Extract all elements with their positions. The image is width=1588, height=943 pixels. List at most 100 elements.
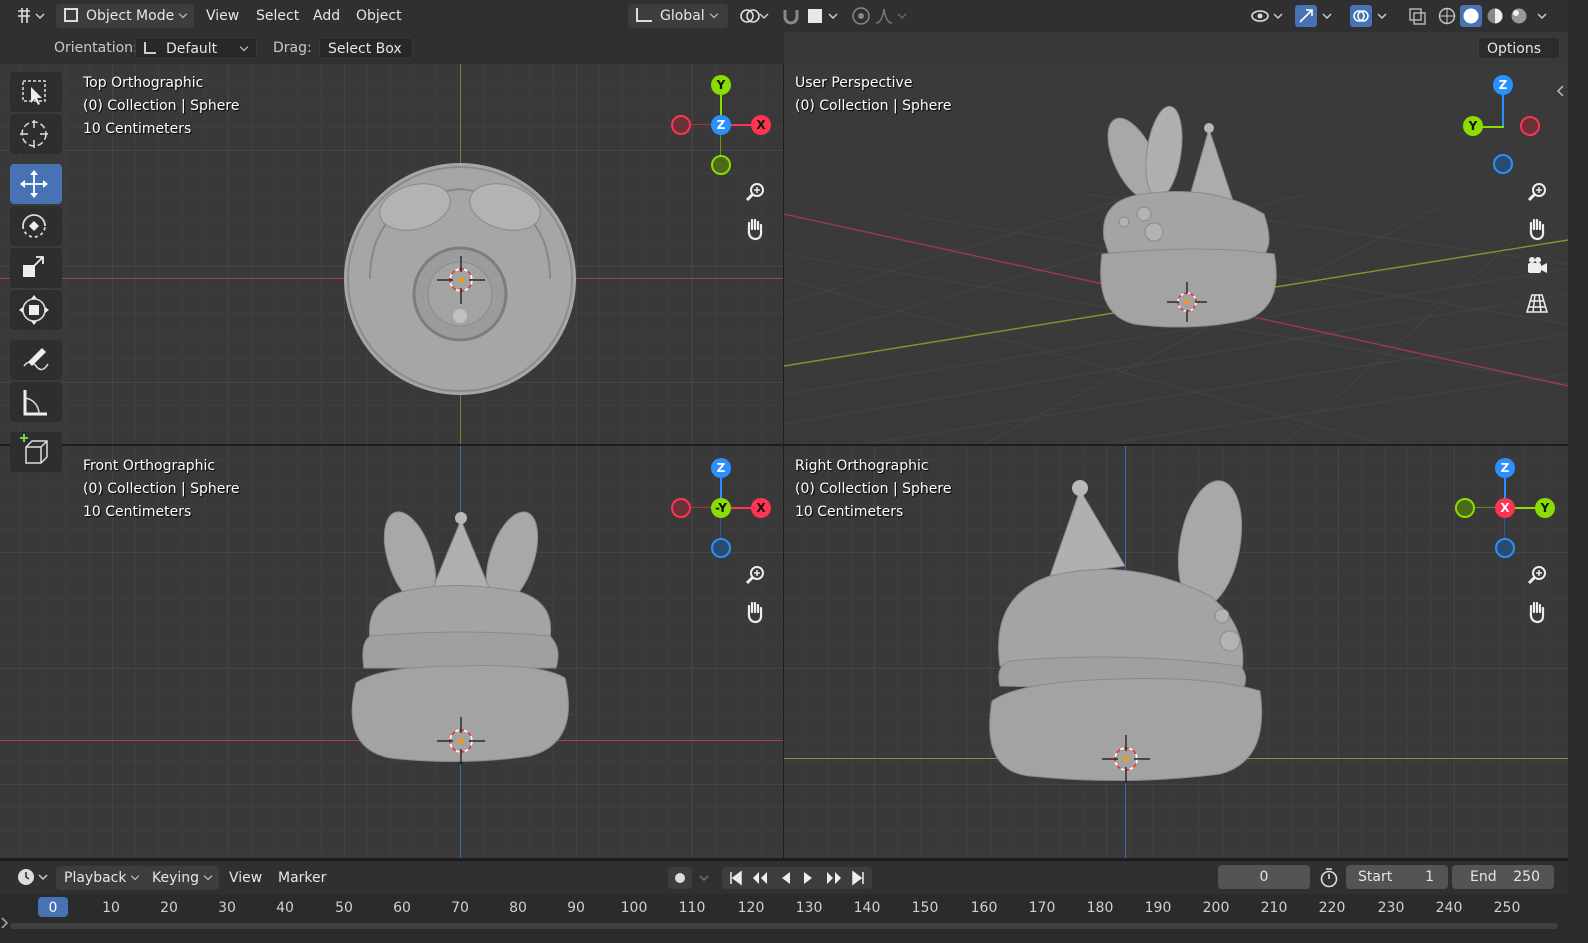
shading-options-button[interactable]: [1534, 5, 1556, 27]
snap-magnet-icon[interactable]: [780, 5, 802, 27]
gizmo-y-axis[interactable]: Y: [711, 75, 731, 95]
menu-view[interactable]: View: [198, 4, 247, 28]
snap-target-icon[interactable]: [805, 5, 841, 27]
timeline-scrollbar[interactable]: [10, 923, 1558, 929]
viewport-title: User Perspective: [795, 75, 913, 91]
viewport-header: Object Mode View Select Add Object Globa…: [0, 0, 1568, 32]
shading-material-button[interactable]: [1484, 5, 1506, 27]
zoom-button[interactable]: [1522, 560, 1552, 590]
gizmo-neg-z-axis[interactable]: [1493, 154, 1513, 174]
transform-orientation-dropdown[interactable]: Global: [628, 4, 728, 28]
pan-button[interactable]: [1522, 597, 1552, 627]
frame-tick: 210: [1260, 900, 1288, 916]
current-frame-field[interactable]: 0: [1218, 865, 1310, 889]
viewport-right-orthographic[interactable]: Right Orthographic (0) Collection | Sphe…: [784, 446, 1568, 858]
viewport-user-perspective[interactable]: User Perspective (0) Collection | Sphere…: [784, 64, 1568, 444]
sidebar-toggle-icon[interactable]: [1556, 84, 1566, 98]
jump-to-start-button[interactable]: [722, 867, 746, 889]
jump-to-keyframe-back-button[interactable]: [746, 867, 770, 889]
playback-menu[interactable]: Playback: [56, 866, 147, 890]
menu-object[interactable]: Object: [348, 4, 410, 28]
scale-tool[interactable]: [10, 248, 62, 288]
gizmo-neg-x-axis[interactable]: [671, 498, 691, 518]
timeline-frame-ruler[interactable]: 0 10 20 30 40 50 60 70 80 90 100 110 120…: [0, 894, 1568, 943]
gizmo-neg-z-axis[interactable]: [1495, 538, 1515, 558]
gizmo-neg-x-axis[interactable]: [671, 115, 691, 135]
timeline-view-menu[interactable]: View: [221, 866, 270, 890]
camera-view-button[interactable]: [1522, 251, 1552, 281]
projection-toggle-button[interactable]: [1522, 288, 1552, 318]
timeline-header: Playback Keying View Marker 0 Start 1 En…: [0, 860, 1568, 894]
menu-select[interactable]: Select: [248, 4, 307, 28]
gizmo-toggle-icon[interactable]: [1295, 5, 1335, 27]
play-reverse-button[interactable]: [770, 867, 794, 889]
falloff-curve-icon[interactable]: [874, 5, 910, 27]
viewport-front-orthographic[interactable]: Front Orthographic (0) Collection | Sphe…: [0, 446, 783, 858]
orientation-dropdown[interactable]: Default: [135, 37, 257, 59]
gizmo-z-axis[interactable]: Z: [1495, 458, 1515, 478]
options-dropdown[interactable]: Options: [1478, 37, 1560, 74]
gizmo-neg-z-axis[interactable]: [711, 538, 731, 558]
overlays-icon[interactable]: [1350, 5, 1390, 27]
navigation-gizmo[interactable]: Z X -Y: [670, 457, 772, 561]
measure-tool[interactable]: [10, 382, 62, 422]
shading-wireframe-button[interactable]: [1436, 5, 1458, 27]
shading-rendered-button[interactable]: [1508, 5, 1530, 27]
zoom-button[interactable]: [740, 177, 770, 207]
gizmo-z-axis[interactable]: Z: [1493, 75, 1513, 95]
gizmo-neg-y-axis[interactable]: [1455, 498, 1475, 518]
move-tool[interactable]: [10, 164, 62, 204]
start-frame-field[interactable]: Start 1: [1346, 865, 1448, 889]
zoom-button[interactable]: [740, 560, 770, 590]
jump-to-keyframe-forward-button[interactable]: [822, 867, 846, 889]
gizmo-x-axis[interactable]: X: [751, 498, 771, 518]
navigation-gizmo[interactable]: Z Y: [1460, 74, 1550, 178]
stopwatch-icon[interactable]: [1318, 867, 1340, 889]
start-label: Start: [1358, 869, 1393, 885]
transform-icon: [19, 295, 49, 325]
jump-to-end-button[interactable]: [848, 867, 872, 889]
cursor-tool[interactable]: [10, 114, 62, 154]
rotate-tool[interactable]: [10, 206, 62, 246]
gizmo-x-axis[interactable]: X: [751, 115, 771, 135]
frame-tick: 70: [451, 900, 469, 916]
zoom-button[interactable]: [1522, 177, 1552, 207]
pan-button[interactable]: [740, 214, 770, 244]
keying-label: Keying: [152, 870, 200, 886]
navigation-gizmo[interactable]: Y X Z: [670, 74, 772, 178]
pivot-point-icon[interactable]: [738, 5, 772, 27]
pan-button[interactable]: [1522, 214, 1552, 244]
auto-keying-button[interactable]: [668, 867, 712, 889]
viewport-top-orthographic[interactable]: Top Orthographic (0) Collection | Sphere…: [0, 64, 783, 444]
proportional-edit-icon[interactable]: [850, 5, 872, 27]
add-cube-tool[interactable]: [10, 432, 62, 472]
marker-menu[interactable]: Marker: [270, 866, 334, 890]
gizmo-y-axis[interactable]: Y: [1535, 498, 1555, 518]
editor-type-icon[interactable]: [14, 5, 45, 27]
gizmo-x-axis[interactable]: X: [1495, 498, 1515, 518]
gizmo-y-axis[interactable]: Y: [1463, 116, 1483, 136]
shading-solid-button[interactable]: [1460, 5, 1482, 27]
menu-add[interactable]: Add: [305, 4, 348, 28]
visibility-eye-icon[interactable]: [1250, 5, 1286, 27]
timeline-expand-icon[interactable]: [0, 916, 10, 930]
mode-dropdown[interactable]: Object Mode: [56, 4, 194, 28]
annotate-tool[interactable]: [10, 340, 62, 380]
gizmo-x-axis[interactable]: [1520, 116, 1540, 136]
navigation-gizmo[interactable]: Z Y X: [1454, 457, 1556, 561]
end-frame-field[interactable]: End 250: [1452, 865, 1554, 889]
user-perspective-header-strip: Options: [784, 32, 1568, 74]
keying-menu[interactable]: Keying: [144, 866, 220, 890]
transform-tool[interactable]: [10, 290, 62, 330]
pan-button[interactable]: [740, 597, 770, 627]
timeline-editor-type-button[interactable]: [8, 866, 48, 890]
chevron-down-icon: [131, 871, 140, 881]
select-box-tool[interactable]: [10, 72, 62, 112]
drag-dropdown[interactable]: Select Box: [319, 37, 413, 74]
xray-toggle-icon[interactable]: [1406, 5, 1428, 27]
gizmo-neg-y-axis[interactable]: -Y: [711, 498, 731, 518]
gizmo-z-axis[interactable]: Z: [711, 458, 731, 478]
gizmo-z-axis[interactable]: Z: [711, 115, 731, 135]
gizmo-neg-y-axis[interactable]: [711, 155, 731, 175]
play-button[interactable]: [797, 867, 821, 889]
